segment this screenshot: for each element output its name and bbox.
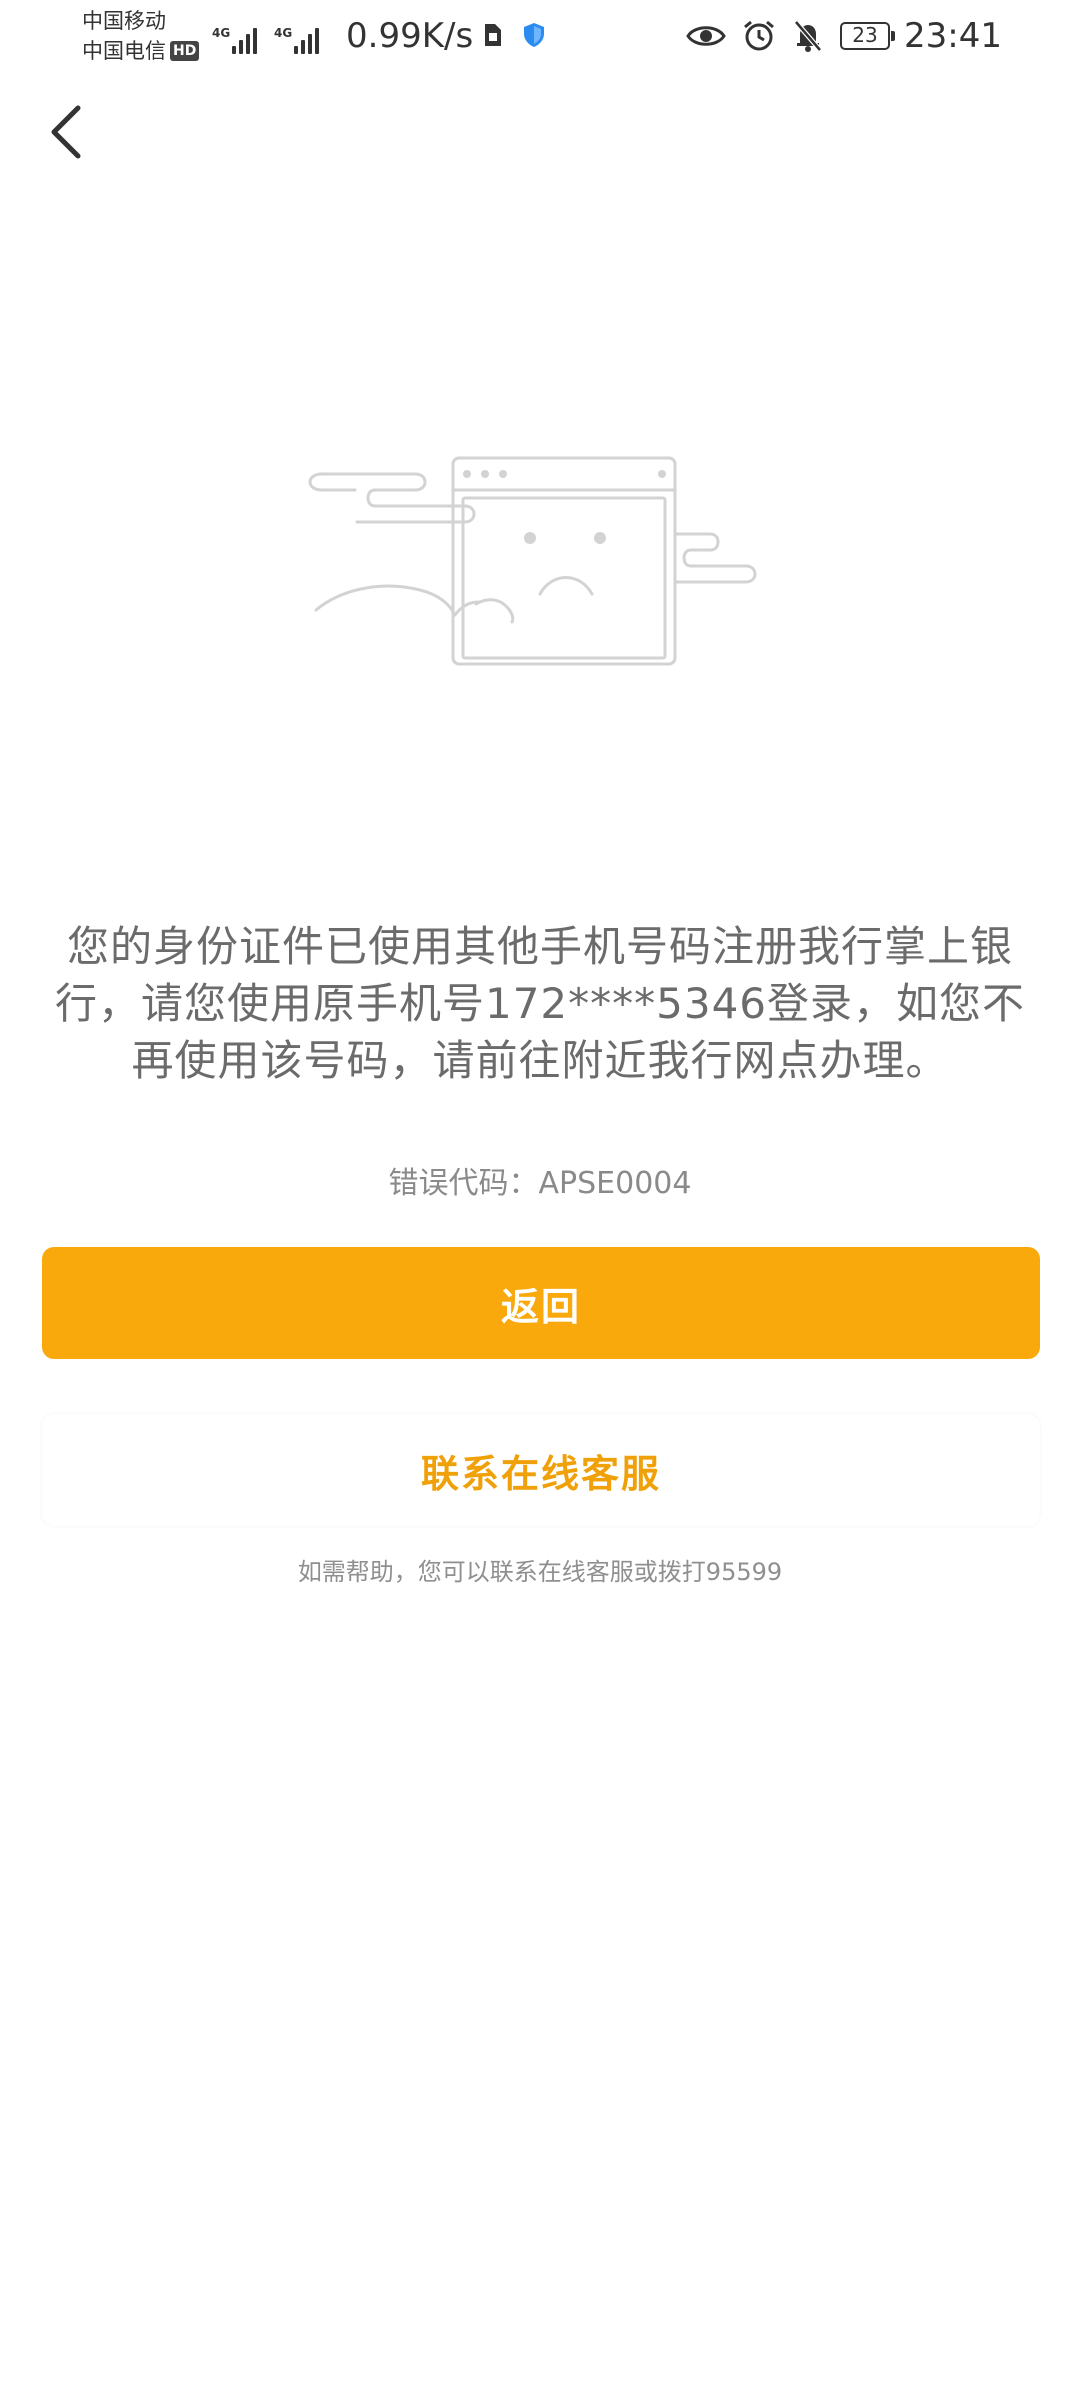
carrier-1-label: 中国移动: [82, 9, 166, 33]
eye-icon: [686, 22, 726, 50]
contact-customer-service-button[interactable]: 联系在线客服: [42, 1414, 1040, 1526]
alarm-icon: [742, 19, 776, 53]
error-illustration: [300, 440, 780, 680]
help-text: 如需帮助，您可以联系在线客服或拨打95599: [297, 1558, 783, 1586]
shield-icon: [522, 22, 546, 48]
signal-2-icon: 4G: [274, 26, 322, 54]
signal-2-tech: 4G: [274, 26, 293, 40]
error-message: 您的身份证件已使用其他手机号码注册我行掌上银行，请您使用原手机号172****5…: [54, 922, 1026, 1085]
page: 中国移动 中国电信 HD 4G 4G 0.99K/s 23 23:41 您的身份…: [0, 0, 1080, 2400]
signal-1-tech: 4G: [212, 26, 231, 40]
hd-badge: HD: [170, 41, 200, 61]
sad-browser-window-icon: [308, 456, 757, 666]
status-bar: 中国移动 中国电信 HD 4G 4G 0.99K/s 23 23:41: [0, 0, 1080, 72]
chevron-left-icon: [51, 105, 81, 159]
back-button[interactable]: [38, 100, 94, 164]
battery-icon: 23: [840, 22, 895, 50]
carrier-info: 中国移动 中国电信 HD: [82, 6, 200, 66]
signal-1-icon: 4G: [212, 26, 260, 54]
return-button[interactable]: 返回: [42, 1247, 1040, 1359]
bell-muted-icon: [792, 19, 824, 53]
signal-indicators: 4G 4G: [212, 14, 336, 54]
carrier-2-label: 中国电信: [82, 39, 166, 63]
network-speed: 0.99K/s: [346, 16, 474, 56]
sim-card-icon: [480, 22, 504, 48]
clock: 23:41: [904, 16, 1002, 56]
error-code: 错误代码：APSE0004: [388, 1166, 692, 1201]
